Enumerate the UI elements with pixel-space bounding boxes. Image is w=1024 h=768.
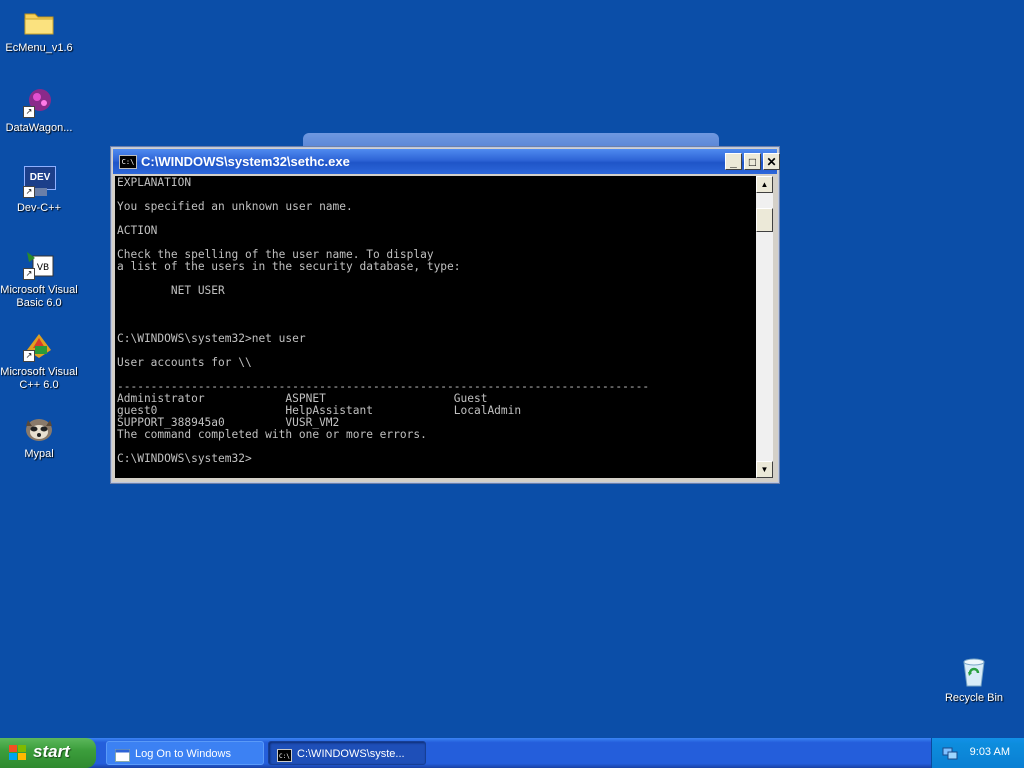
desktop-icon-vcpp[interactable]: ↗ Microsoft Visual C++ 6.0: [0, 330, 78, 392]
console-text: EXPLANATION You specified an unknown use…: [117, 176, 650, 465]
clock[interactable]: 9:03 AM: [970, 746, 1010, 758]
desktop-icon-label: Dev-C++: [16, 202, 62, 214]
scroll-thumb[interactable]: [756, 208, 773, 232]
windows-logo-icon: [9, 745, 26, 761]
recycle-bin-icon: [958, 656, 990, 688]
scroll-up-arrow-icon[interactable]: ▲: [756, 176, 773, 193]
taskbar-button-console[interactable]: C:\ C:\WINDOWS\syste...: [268, 741, 426, 765]
window-title: C:\WINDOWS\system32\sethc.exe: [141, 154, 350, 169]
desktop-icon-datawagon[interactable]: ↗ DataWagon...: [0, 86, 78, 135]
desktop-icon-vb6[interactable]: VB ↗ Microsoft Visual Basic 6.0: [0, 248, 78, 310]
vcpp-icon: ↗: [23, 330, 55, 362]
vb6-icon: VB ↗: [23, 248, 55, 280]
devcpp-icon: DEV ↗: [23, 166, 56, 198]
start-label: start: [33, 742, 70, 761]
minimize-button[interactable]: _: [725, 153, 742, 170]
shortcut-arrow-icon: ↗: [23, 350, 35, 362]
svg-text:VB: VB: [37, 263, 49, 273]
shortcut-arrow-icon: ↗: [23, 268, 35, 280]
vertical-scrollbar[interactable]: ▲ ▼: [756, 176, 773, 478]
console-titlebar[interactable]: C:\ C:\WINDOWS\system32\sethc.exe _ □ ✕: [113, 149, 780, 174]
desktop-icon-label: Recycle Bin: [944, 692, 1004, 704]
shortcut-arrow-icon: ↗: [23, 106, 35, 118]
scroll-down-arrow-icon[interactable]: ▼: [756, 461, 773, 478]
folder-icon: [23, 6, 55, 38]
desktop: EcMenu_v1.6 ↗ DataWagon... DEV ↗ Dev-C++: [0, 0, 1024, 738]
desktop-icon-recycle-bin[interactable]: Recycle Bin: [935, 656, 1013, 705]
svg-text:C:\: C:\: [279, 753, 290, 760]
console-icon: C:\: [119, 155, 137, 169]
window-icon: [115, 747, 130, 762]
shortcut-arrow-icon: ↗: [23, 186, 35, 198]
taskbar-button-label: Log On to Windows: [135, 748, 231, 760]
desktop-icon-label: Microsoft Visual C++ 6.0: [0, 366, 78, 391]
taskbar-button-label: C:\WINDOWS\syste...: [297, 748, 405, 760]
desktop-icon-ecmenu[interactable]: EcMenu_v1.6: [0, 6, 78, 55]
desktop-icon-devcpp[interactable]: DEV ↗ Dev-C++: [0, 166, 78, 215]
start-button[interactable]: start: [0, 738, 96, 768]
desktop-icon-label: DataWagon...: [5, 122, 73, 134]
console-window[interactable]: C:\ C:\WINDOWS\system32\sethc.exe _ □ ✕ …: [110, 146, 780, 484]
network-icon[interactable]: [942, 745, 958, 761]
desktop-icon-label: Mypal: [24, 448, 54, 460]
datawagon-icon: ↗: [23, 86, 55, 118]
taskbar: start Log On to Windows C:\ C:\WINDOWS\s…: [0, 738, 1024, 768]
desktop-icon-label: EcMenu_v1.6: [5, 42, 73, 54]
system-tray: 9:03 AM: [931, 738, 1024, 768]
console-icon: C:\: [277, 747, 292, 762]
close-button[interactable]: ✕: [763, 153, 780, 170]
console-output[interactable]: EXPLANATION You specified an unknown use…: [115, 176, 756, 478]
desktop-icon-mypal[interactable]: Mypal: [0, 412, 78, 461]
desktop-icon-label: Microsoft Visual Basic 6.0: [0, 284, 78, 309]
raccoon-icon: [23, 412, 55, 444]
maximize-button[interactable]: □: [744, 153, 761, 170]
taskbar-button-logon[interactable]: Log On to Windows: [106, 741, 264, 765]
